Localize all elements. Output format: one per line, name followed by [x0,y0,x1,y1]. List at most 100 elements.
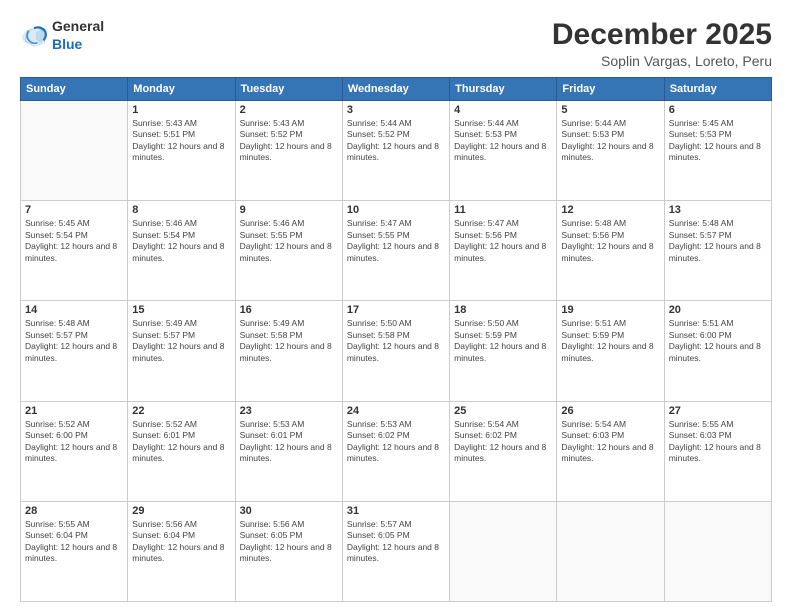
table-row: 18 Sunrise: 5:50 AMSunset: 5:59 PMDayligh… [450,301,557,401]
table-row: 8 Sunrise: 5:46 AMSunset: 5:54 PMDaylight… [128,201,235,301]
table-row: 12 Sunrise: 5:48 AMSunset: 5:56 PMDayligh… [557,201,664,301]
cell-date-number: 14 [25,304,123,316]
cell-date-number: 26 [561,405,659,417]
cell-date-number: 8 [132,204,230,216]
cell-info: Sunrise: 5:46 AMSunset: 5:55 PMDaylight:… [240,218,338,264]
table-row [664,501,771,601]
main-title: December 2025 [552,18,772,51]
cell-date-number: 27 [669,405,767,417]
col-sunday: Sunday [21,78,128,101]
cell-date-number: 10 [347,204,445,216]
cell-info: Sunrise: 5:51 AMSunset: 5:59 PMDaylight:… [561,318,659,364]
table-row: 13 Sunrise: 5:48 AMSunset: 5:57 PMDayligh… [664,201,771,301]
table-row: 3 Sunrise: 5:44 AMSunset: 5:52 PMDaylight… [342,101,449,201]
cell-date-number: 13 [669,204,767,216]
table-row [450,501,557,601]
cell-date-number: 15 [132,304,230,316]
cell-info: Sunrise: 5:52 AMSunset: 6:01 PMDaylight:… [132,419,230,465]
cell-info: Sunrise: 5:54 AMSunset: 6:03 PMDaylight:… [561,419,659,465]
cell-date-number: 2 [240,104,338,116]
cell-date-number: 6 [669,104,767,116]
cell-date-number: 30 [240,505,338,517]
table-row [557,501,664,601]
cell-date-number: 18 [454,304,552,316]
table-row: 26 Sunrise: 5:54 AMSunset: 6:03 PMDayligh… [557,401,664,501]
cell-date-number: 1 [132,104,230,116]
table-row: 5 Sunrise: 5:44 AMSunset: 5:53 PMDaylight… [557,101,664,201]
table-row: 14Sunrise: 5:48 AMSunset: 5:57 PMDayligh… [21,301,128,401]
cell-info: Sunrise: 5:44 AMSunset: 5:53 PMDaylight:… [561,118,659,164]
cell-date-number: 9 [240,204,338,216]
cell-date-number: 19 [561,304,659,316]
cell-info: Sunrise: 5:50 AMSunset: 5:58 PMDaylight:… [347,318,445,364]
cell-info: Sunrise: 5:48 AMSunset: 5:56 PMDaylight:… [561,218,659,264]
cell-info: Sunrise: 5:53 AMSunset: 6:01 PMDaylight:… [240,419,338,465]
title-block: December 2025 Soplin Vargas, Loreto, Per… [552,18,772,69]
logo-blue: Blue [52,36,82,52]
cell-date-number: 29 [132,505,230,517]
logo-icon [20,24,48,48]
table-row: 30Sunrise: 5:56 AMSunset: 6:05 PMDayligh… [235,501,342,601]
table-row: 1 Sunrise: 5:43 AMSunset: 5:51 PMDaylight… [128,101,235,201]
calendar-header-row: Sunday Monday Tuesday Wednesday Thursday… [21,78,772,101]
table-row: 17 Sunrise: 5:50 AMSunset: 5:58 PMDayligh… [342,301,449,401]
table-row [21,101,128,201]
table-row: 11Sunrise: 5:47 AMSunset: 5:56 PMDayligh… [450,201,557,301]
cell-date-number: 4 [454,104,552,116]
cell-info: Sunrise: 5:47 AMSunset: 5:55 PMDaylight:… [347,218,445,264]
table-row: 19 Sunrise: 5:51 AMSunset: 5:59 PMDayligh… [557,301,664,401]
header: General Blue December 2025 Soplin Vargas… [20,18,772,69]
cell-date-number: 28 [25,505,123,517]
table-row: 21 Sunrise: 5:52 AMSunset: 6:00 PMDayligh… [21,401,128,501]
col-thursday: Thursday [450,78,557,101]
calendar-week-row: 14Sunrise: 5:48 AMSunset: 5:57 PMDayligh… [21,301,772,401]
cell-date-number: 20 [669,304,767,316]
cell-info: Sunrise: 5:57 AMSunset: 6:05 PMDaylight:… [347,519,445,565]
table-row: 4 Sunrise: 5:44 AMSunset: 5:53 PMDaylight… [450,101,557,201]
logo-general: General [52,18,104,34]
cell-info: Sunrise: 5:49 AMSunset: 5:58 PMDaylight:… [240,318,338,364]
cell-date-number: 7 [25,204,123,216]
cell-date-number: 21 [25,405,123,417]
table-row: 10 Sunrise: 5:47 AMSunset: 5:55 PMDayligh… [342,201,449,301]
cell-date-number: 11 [454,204,552,216]
cell-info: Sunrise: 5:44 AMSunset: 5:52 PMDaylight:… [347,118,445,164]
table-row: 31Sunrise: 5:57 AMSunset: 6:05 PMDayligh… [342,501,449,601]
col-saturday: Saturday [664,78,771,101]
cell-date-number: 22 [132,405,230,417]
table-row: 28Sunrise: 5:55 AMSunset: 6:04 PMDayligh… [21,501,128,601]
cell-info: Sunrise: 5:52 AMSunset: 6:00 PMDaylight:… [25,419,123,465]
table-row: 16 Sunrise: 5:49 AMSunset: 5:58 PMDayligh… [235,301,342,401]
cell-info: Sunrise: 5:54 AMSunset: 6:02 PMDaylight:… [454,419,552,465]
table-row: 27Sunrise: 5:55 AMSunset: 6:03 PMDayligh… [664,401,771,501]
cell-date-number: 23 [240,405,338,417]
cell-info: Sunrise: 5:45 AMSunset: 5:54 PMDaylight:… [25,218,123,264]
cell-info: Sunrise: 5:51 AMSunset: 6:00 PMDaylight:… [669,318,767,364]
table-row: 6Sunrise: 5:45 AMSunset: 5:53 PMDaylight… [664,101,771,201]
cell-info: Sunrise: 5:44 AMSunset: 5:53 PMDaylight:… [454,118,552,164]
cell-date-number: 12 [561,204,659,216]
cell-info: Sunrise: 5:46 AMSunset: 5:54 PMDaylight:… [132,218,230,264]
calendar-table: Sunday Monday Tuesday Wednesday Thursday… [20,77,772,602]
calendar-week-row: 21 Sunrise: 5:52 AMSunset: 6:00 PMDayligh… [21,401,772,501]
cell-info: Sunrise: 5:48 AMSunset: 5:57 PMDaylight:… [669,218,767,264]
cell-info: Sunrise: 5:50 AMSunset: 5:59 PMDaylight:… [454,318,552,364]
table-row: 9 Sunrise: 5:46 AMSunset: 5:55 PMDaylight… [235,201,342,301]
table-row: 20 Sunrise: 5:51 AMSunset: 6:00 PMDayligh… [664,301,771,401]
cell-info: Sunrise: 5:56 AMSunset: 6:04 PMDaylight:… [132,519,230,565]
cell-date-number: 16 [240,304,338,316]
col-wednesday: Wednesday [342,78,449,101]
cell-date-number: 5 [561,104,659,116]
table-row: 22 Sunrise: 5:52 AMSunset: 6:01 PMDayligh… [128,401,235,501]
cell-date-number: 3 [347,104,445,116]
table-row: 25Sunrise: 5:54 AMSunset: 6:02 PMDayligh… [450,401,557,501]
cell-info: Sunrise: 5:53 AMSunset: 6:02 PMDaylight:… [347,419,445,465]
cell-date-number: 17 [347,304,445,316]
table-row: 7 Sunrise: 5:45 AMSunset: 5:54 PMDaylight… [21,201,128,301]
calendar-week-row: 28Sunrise: 5:55 AMSunset: 6:04 PMDayligh… [21,501,772,601]
col-tuesday: Tuesday [235,78,342,101]
cell-date-number: 24 [347,405,445,417]
cell-info: Sunrise: 5:43 AMSunset: 5:51 PMDaylight:… [132,118,230,164]
cell-info: Sunrise: 5:49 AMSunset: 5:57 PMDaylight:… [132,318,230,364]
cell-info: Sunrise: 5:43 AMSunset: 5:52 PMDaylight:… [240,118,338,164]
